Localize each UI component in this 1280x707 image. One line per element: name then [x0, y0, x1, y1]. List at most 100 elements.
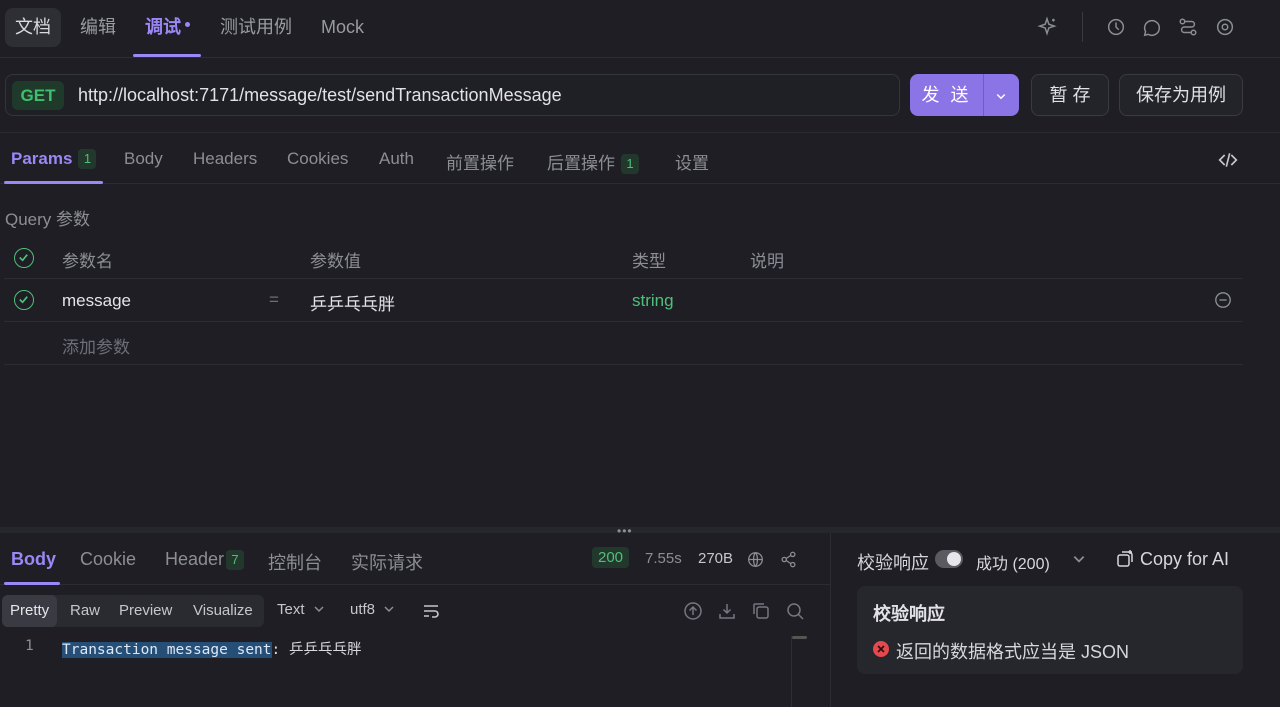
- code-icon[interactable]: [1218, 151, 1238, 169]
- row-enabled-checkbox[interactable]: [14, 290, 34, 310]
- save-as-case-button[interactable]: 保存为用例: [1119, 74, 1243, 116]
- view-mode-segmented: Pretty Raw Preview Visualize: [2, 595, 264, 627]
- send-button[interactable]: 发 送: [910, 74, 983, 116]
- save-button[interactable]: 暂 存: [1031, 74, 1109, 116]
- tab-body[interactable]: Body: [124, 149, 163, 169]
- code-scrollbar[interactable]: [791, 636, 807, 707]
- chevron-down-icon[interactable]: [992, 87, 1010, 105]
- status-badge: 200: [592, 547, 630, 568]
- validation-result-box: 校验响应 返回的数据格式应当是 JSON: [857, 586, 1243, 674]
- toggle-knob: [947, 552, 961, 566]
- scrollbar-thumb[interactable]: [792, 636, 807, 639]
- url-bar[interactable]: GET http://localhost:7171/message/test/s…: [5, 74, 900, 116]
- response-panel-divider: [830, 533, 831, 707]
- close-icon: [877, 645, 885, 653]
- share-icon[interactable]: [780, 551, 797, 568]
- tab-headers[interactable]: Headers: [193, 149, 257, 169]
- response-body-rest: : 乒乒乓乓胖: [271, 642, 362, 658]
- copy-ai-icon[interactable]: [1115, 549, 1135, 569]
- comment-icon[interactable]: [1141, 16, 1163, 38]
- add-param-row: 添加参数: [4, 322, 1243, 365]
- tab-params[interactable]: Params 1: [11, 149, 97, 169]
- select-all-checkbox[interactable]: [14, 248, 34, 268]
- tab-settings[interactable]: 设置: [675, 149, 709, 174]
- tab-debug[interactable]: 调试: [145, 8, 190, 47]
- params-count-badge: 1: [78, 149, 97, 169]
- query-section-label: Query 参数: [5, 210, 91, 229]
- line-number: 1: [25, 638, 34, 654]
- upload-icon[interactable]: [683, 601, 703, 621]
- tab-edit[interactable]: 编辑: [80, 8, 116, 47]
- tab-auth[interactable]: Auth: [379, 149, 414, 169]
- status-select[interactable]: 成功 (200): [976, 550, 1050, 574]
- table-row: message = 乒乒乓乓胖 string: [4, 279, 1243, 322]
- tab-mock[interactable]: Mock: [321, 8, 364, 47]
- encoding-select[interactable]: utf8: [350, 601, 395, 618]
- col-header-type: 类型: [632, 252, 666, 271]
- tab-test-cases-label: 测试用例: [220, 17, 292, 37]
- tab-params-label: Params: [11, 149, 73, 168]
- validate-response-toggle[interactable]: [935, 550, 963, 568]
- response-size: 270B: [698, 550, 734, 567]
- view-mode-preview[interactable]: Preview: [119, 595, 172, 627]
- tab-docs[interactable]: 文档: [5, 8, 61, 47]
- add-param-input[interactable]: 添加参数: [62, 333, 130, 358]
- send-button-divider: [983, 74, 984, 116]
- header-count-badge: 7: [226, 550, 245, 570]
- word-wrap-icon[interactable]: [421, 601, 441, 621]
- check-icon: [19, 296, 28, 304]
- url-input[interactable]: http://localhost:7171/message/test/sendT…: [78, 85, 562, 106]
- ai-sparkle-icon[interactable]: [1036, 16, 1058, 38]
- tab-pre-ops[interactable]: 前置操作: [446, 149, 514, 174]
- settings-icon[interactable]: [1214, 16, 1236, 38]
- remove-row-icon[interactable]: [1214, 291, 1232, 309]
- param-type-select[interactable]: string: [632, 291, 674, 311]
- check-icon: [19, 254, 28, 262]
- toolbar-divider: [1082, 12, 1083, 42]
- tab-post-ops-label: 后置操作: [547, 154, 615, 173]
- col-header-desc: 说明: [750, 252, 784, 271]
- method-select[interactable]: GET: [12, 81, 64, 110]
- send-button-group[interactable]: 发 送: [910, 74, 1019, 116]
- unsaved-dot: [185, 21, 190, 27]
- tab-response-header-label: Header: [165, 549, 225, 569]
- error-icon: [873, 641, 889, 657]
- chevron-down-icon: [384, 606, 394, 613]
- col-header-name: 参数名: [62, 252, 113, 271]
- param-value-input[interactable]: 乒乒乓乓胖: [310, 290, 395, 315]
- format-select[interactable]: Text: [277, 601, 325, 618]
- copy-icon[interactable]: [751, 601, 771, 621]
- format-select-label: Text: [277, 601, 305, 618]
- history-icon[interactable]: [1105, 16, 1127, 38]
- view-mode-raw[interactable]: Raw: [70, 595, 100, 627]
- validation-title: 校验响应: [873, 604, 945, 624]
- query-header-row: 参数名 参数值 类型 说明: [4, 236, 1243, 279]
- globe-icon[interactable]: [747, 551, 764, 568]
- tab-response-header[interactable]: Header 7: [165, 549, 245, 570]
- tab-post-ops[interactable]: 后置操作 1: [547, 149, 639, 174]
- tab-response-cookie[interactable]: Cookie: [80, 549, 136, 570]
- tab-edit-label: 编辑: [80, 17, 116, 37]
- equals-sign: =: [269, 290, 279, 309]
- download-icon[interactable]: [717, 601, 737, 621]
- tab-cookies[interactable]: Cookies: [287, 149, 348, 169]
- encoding-select-label: utf8: [350, 601, 376, 618]
- validate-response-label: 校验响应: [857, 553, 929, 573]
- flow-icon[interactable]: [1177, 16, 1199, 38]
- search-icon[interactable]: [785, 601, 805, 621]
- view-mode-visualize[interactable]: Visualize: [193, 595, 253, 627]
- view-mode-pretty[interactable]: Pretty: [2, 595, 58, 627]
- tab-actual-request[interactable]: 实际请求: [351, 549, 423, 575]
- response-body-line[interactable]: Transaction message sent: 乒乒乓乓胖: [62, 638, 361, 659]
- copy-for-ai-button[interactable]: Copy for AI: [1140, 549, 1229, 570]
- tab-test-cases[interactable]: 测试用例: [220, 8, 292, 47]
- response-time: 7.55s: [645, 550, 682, 567]
- tab-debug-label: 调试: [145, 17, 181, 37]
- top-tab-bar: 文档 编辑 调试 测试用例 Mock: [0, 0, 1280, 58]
- tab-response-body[interactable]: Body: [11, 549, 56, 570]
- tab-docs-label: 文档: [15, 17, 51, 37]
- param-name-input[interactable]: message: [62, 291, 131, 311]
- validation-error-text: 返回的数据格式应当是 JSON: [896, 642, 1130, 662]
- tab-console[interactable]: 控制台: [268, 549, 322, 575]
- chevron-down-icon[interactable]: [1072, 552, 1086, 566]
